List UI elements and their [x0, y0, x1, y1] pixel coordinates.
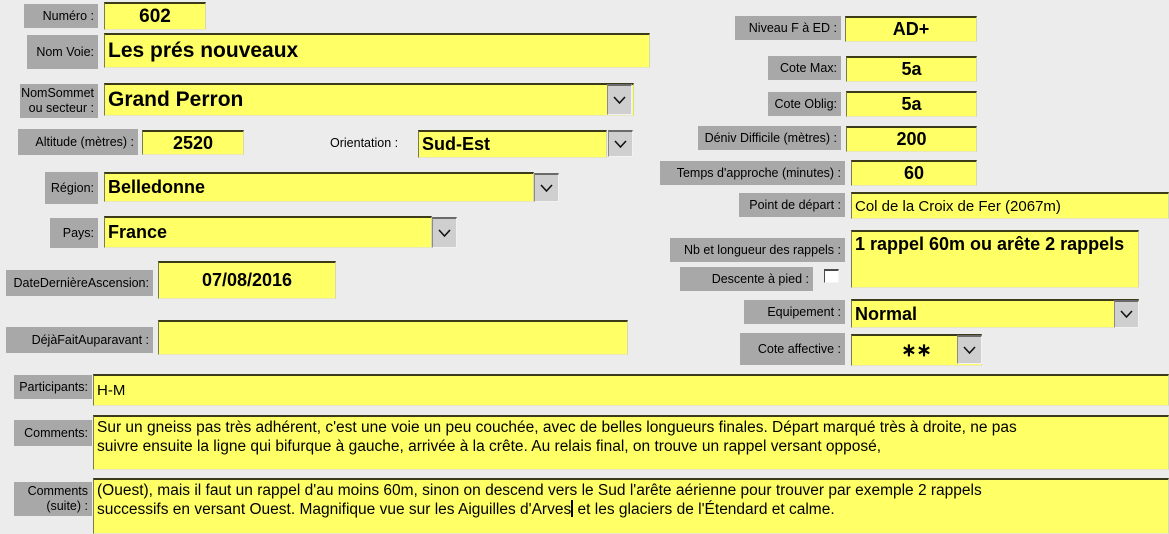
descente-a-pied-label: Descente à pied :: [680, 267, 813, 291]
cote-affective-dropdown-button[interactable]: [957, 335, 982, 364]
deja-fait-auparavant-field[interactable]: [158, 320, 628, 355]
numero-label: Numéro :: [24, 4, 98, 28]
pays-field[interactable]: France: [104, 216, 432, 248]
comments-label: Comments:: [14, 420, 92, 446]
comments-suite-field[interactable]: (Ouest), mais il faut un rappel d'au moi…: [93, 478, 1169, 534]
nom-sommet-field[interactable]: Grand Perron: [104, 83, 634, 116]
cote-affective-label: Cote affective :: [740, 333, 845, 365]
point-depart-label: Point de départ :: [739, 193, 845, 217]
equipement-field[interactable]: Normal: [851, 299, 1139, 328]
participants-label: Participants:: [14, 375, 92, 399]
date-derniere-ascension-label: DateDernièreAscension:: [6, 270, 153, 296]
equipement-label: Equipement :: [744, 300, 845, 324]
numero-field[interactable]: 602: [104, 2, 206, 30]
altitude-field[interactable]: 2520: [142, 130, 244, 155]
orientation-label: Orientation :: [330, 136, 399, 150]
chevron-down-icon: [614, 139, 627, 149]
nom-voie-field[interactable]: Les prés nouveaux: [104, 33, 650, 68]
equipement-dropdown-button[interactable]: [1114, 300, 1139, 328]
rappels-label: Nb et longueur des rappels :: [670, 238, 845, 262]
nom-sommet-label: NomSommet ou secteur :: [20, 84, 98, 118]
chevron-down-icon: [963, 345, 976, 355]
cote-oblig-label: Cote Oblig:: [768, 92, 841, 116]
comments-suite-label: Comments (suite) :: [14, 482, 92, 516]
altitude-label: Altitude (mètres) :: [18, 129, 138, 155]
chevron-down-icon: [540, 183, 553, 193]
cote-max-label: Cote Max:: [768, 56, 841, 80]
comments-suite-line-2b: et les glaciers de l'Étendard et calme.: [573, 501, 835, 519]
deniv-difficile-field[interactable]: 200: [846, 126, 977, 152]
climbing-route-form: Numéro : 602 Nom Voie: Les prés nouveaux…: [0, 0, 1169, 534]
region-label: Région:: [45, 172, 98, 204]
nom-voie-label: Nom Voie:: [27, 35, 98, 69]
comments-suite-line-1: (Ouest), mais il faut un rappel d'au moi…: [97, 482, 982, 499]
deniv-difficile-label: Déniv Difficile (mètres) :: [698, 126, 841, 150]
niveau-field[interactable]: AD+: [845, 16, 977, 42]
region-dropdown-button[interactable]: [534, 173, 559, 202]
chevron-down-icon: [438, 228, 451, 238]
participants-field[interactable]: H-M: [93, 374, 1169, 406]
comments-line-2: suivre ensuite la ligne qui bifurque à g…: [97, 438, 882, 456]
comments-line-1: Sur un gneiss pas très adhérent, c'est u…: [97, 419, 1017, 436]
chevron-down-icon: [1120, 310, 1133, 319]
temps-approche-label: Temps d'approche (minutes) :: [660, 161, 845, 185]
chevron-down-icon: [613, 95, 626, 105]
nom-sommet-dropdown-button[interactable]: [607, 84, 632, 115]
comments-suite-line-2: successifs en versant Ouest. Magnifique …: [97, 500, 1168, 519]
comments-suite-line-2a: successifs en versant Ouest. Magnifique …: [97, 501, 572, 519]
pays-label: Pays:: [50, 218, 98, 248]
date-derniere-ascension-field[interactable]: 07/08/2016: [158, 261, 336, 299]
cote-oblig-field[interactable]: 5a: [846, 91, 977, 117]
orientation-dropdown-button[interactable]: [608, 130, 633, 157]
region-field[interactable]: Belledonne: [104, 172, 534, 202]
rappels-field[interactable]: 1 rappel 60m ou arête 2 rappels: [851, 230, 1139, 288]
pays-dropdown-button[interactable]: [432, 217, 457, 248]
orientation-field[interactable]: Sud-Est: [418, 130, 607, 158]
niveau-label: Niveau F à ED :: [735, 16, 841, 40]
deja-fait-auparavant-label: DéjàFaitAuparavant :: [6, 327, 153, 353]
point-depart-field[interactable]: Col de la Croix de Fer (2067m): [851, 192, 1169, 219]
comments-field[interactable]: Sur un gneiss pas très adhérent, c'est u…: [93, 415, 1169, 470]
cote-max-field[interactable]: 5a: [846, 56, 977, 82]
descente-a-pied-checkbox[interactable]: [824, 269, 839, 283]
temps-approche-field[interactable]: 60: [851, 160, 977, 186]
